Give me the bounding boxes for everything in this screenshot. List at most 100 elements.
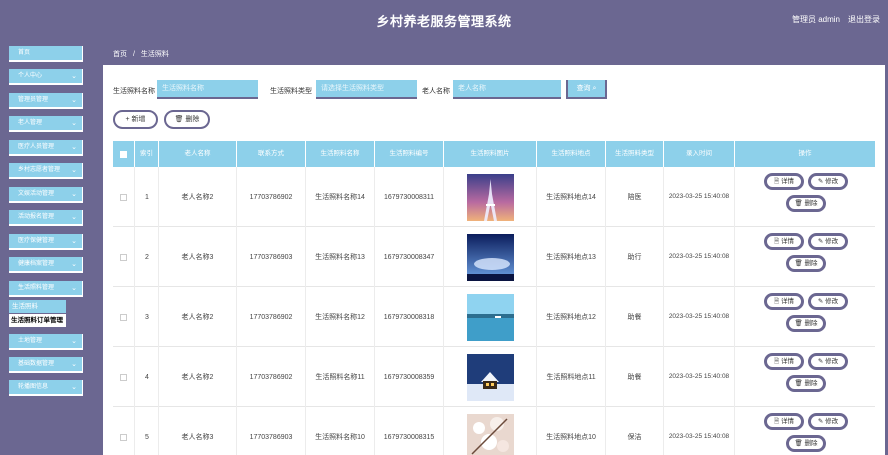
select-all-cell bbox=[113, 141, 135, 167]
user-info: 管理员 admin bbox=[791, 15, 840, 24]
main-panel: 首页 / 生活照料 生活照料名称 生活照料类型 老人名称 查询 ⌕ + 新增 🗑… bbox=[103, 45, 885, 455]
sidebar-subitem-life-care[interactable]: 生活照料 bbox=[9, 300, 66, 313]
row-index: 2 bbox=[135, 227, 159, 287]
row-ops-cell: 🗎 详情 ✎ 修改 🗑 删除 bbox=[735, 347, 875, 407]
row-ops-cell: 🗎 详情 ✎ 修改 🗑 删除 bbox=[735, 227, 875, 287]
row-name: 生活照料名称14 bbox=[306, 167, 375, 227]
edit-button[interactable]: ✎ 修改 bbox=[808, 233, 848, 250]
edit-button[interactable]: ✎ 修改 bbox=[808, 293, 848, 310]
row-type: 保洁 bbox=[606, 407, 664, 455]
blossom-photo bbox=[466, 413, 514, 455]
header-elder: 老人名称 bbox=[159, 141, 237, 167]
row-index: 3 bbox=[135, 287, 159, 347]
breadcrumb-home[interactable]: 首页 bbox=[113, 51, 127, 58]
detail-button[interactable]: 🗎 详情 bbox=[764, 233, 804, 250]
row-time: 2023-03-25 15:40:08 bbox=[664, 287, 735, 347]
row-phone: 17703786903 bbox=[237, 227, 306, 287]
row-phone: 17703786903 bbox=[237, 407, 306, 455]
sidebar-item-home[interactable]: 首页 bbox=[9, 46, 83, 62]
edit-button[interactable]: ✎ 修改 bbox=[808, 413, 848, 430]
sidebar-item-medical-staff[interactable]: 医疗人员管理 ⌄ bbox=[9, 140, 83, 156]
row-checkbox[interactable] bbox=[120, 253, 127, 261]
sidebar-item-elders[interactable]: 老人管理 ⌄ bbox=[9, 116, 83, 132]
row-elder: 老人名称3 bbox=[159, 407, 237, 455]
chevron-down-icon: ⌄ bbox=[71, 120, 77, 127]
batch-delete-button[interactable]: 🗑 删除 bbox=[164, 110, 210, 129]
chevron-down-icon: ⌄ bbox=[71, 261, 77, 268]
row-name: 生活照料名称10 bbox=[306, 407, 375, 455]
search-button[interactable]: 查询 ⌕ bbox=[566, 80, 607, 99]
row-place: 生活照料地点10 bbox=[537, 407, 606, 455]
breadcrumb-separator: / bbox=[132, 51, 135, 58]
row-checkbox[interactable] bbox=[120, 313, 127, 321]
delete-button[interactable]: 🗑 删除 bbox=[786, 375, 826, 392]
sidebar-item-signup[interactable]: 活动报名管理 ⌄ bbox=[9, 210, 83, 226]
row-time: 2023-03-25 15:40:08 bbox=[664, 407, 735, 455]
row-code: 1679730008311 bbox=[375, 167, 444, 227]
table-header: 索引 老人名称 联系方式 生活照料名称 生活照料编号 生活照料图片 生活照料地点… bbox=[113, 141, 875, 167]
delete-button[interactable]: 🗑 删除 bbox=[786, 315, 826, 332]
detail-button[interactable]: 🗎 详情 bbox=[764, 293, 804, 310]
row-type: 助餐 bbox=[606, 287, 664, 347]
elder-label: 老人名称 bbox=[422, 88, 450, 95]
row-place: 生活照料地点12 bbox=[537, 287, 606, 347]
chevron-down-icon: ⌄ bbox=[71, 191, 77, 198]
row-elder: 老人名称2 bbox=[159, 167, 237, 227]
row-image-cell bbox=[444, 347, 537, 407]
row-checkbox[interactable] bbox=[120, 193, 127, 201]
row-image-cell bbox=[444, 167, 537, 227]
sidebar-item-volunteers[interactable]: 乡村志愿者管理 ⌄ bbox=[9, 163, 83, 179]
sidebar-item-life-care[interactable]: 生活照料管理 ⌄ bbox=[9, 281, 83, 297]
sidebar-item-land[interactable]: 土地管理 ⌄ bbox=[9, 334, 83, 350]
delete-button[interactable]: 🗑 删除 bbox=[786, 195, 826, 212]
row-checkbox[interactable] bbox=[120, 433, 127, 441]
table-row: 4 老人名称2 17703786902 生活照料名称11 1679730008359 生活… bbox=[113, 347, 875, 407]
row-code: 1679730008347 bbox=[375, 227, 444, 287]
lake-photo bbox=[466, 293, 514, 341]
delete-button[interactable]: 🗑 删除 bbox=[786, 255, 826, 272]
snow-house-photo bbox=[466, 353, 514, 401]
sidebar-item-admin[interactable]: 管理员管理 ⌄ bbox=[9, 93, 83, 109]
row-select-cell bbox=[113, 347, 135, 407]
row-elder: 老人名称2 bbox=[159, 347, 237, 407]
row-elder: 老人名称3 bbox=[159, 227, 237, 287]
header-index: 索引 bbox=[135, 141, 159, 167]
row-time: 2023-03-25 15:40:08 bbox=[664, 227, 735, 287]
row-phone: 17703786902 bbox=[237, 167, 306, 227]
row-checkbox[interactable] bbox=[120, 373, 127, 381]
row-time: 2023-03-25 15:40:08 bbox=[664, 347, 735, 407]
logout-link[interactable]: 退出登录 bbox=[848, 14, 880, 25]
chevron-down-icon: ⌄ bbox=[71, 384, 77, 391]
sidebar-item-activities[interactable]: 文娱活动管理 ⌄ bbox=[9, 187, 83, 203]
sidebar-item-carousel[interactable]: 轮播图信息 ⌄ bbox=[9, 380, 83, 396]
chevron-down-icon: ⌄ bbox=[71, 144, 77, 151]
sidebar: 首页 个人中心 ⌄ 管理员管理 ⌄ 老人管理 ⌄ 医疗人员管理 ⌄ 乡村志愿者管理 ⌄ 文… bbox=[0, 38, 94, 455]
edit-button[interactable]: ✎ 修改 bbox=[808, 173, 848, 190]
row-elder: 老人名称2 bbox=[159, 287, 237, 347]
sidebar-item-healthcare[interactable]: 医疗保健管理 ⌄ bbox=[9, 234, 83, 250]
detail-button[interactable]: 🗎 详情 bbox=[764, 353, 804, 370]
sidebar-item-profile[interactable]: 个人中心 ⌄ bbox=[9, 69, 83, 85]
select-all-checkbox[interactable] bbox=[120, 150, 127, 158]
sidebar-subitem-life-care-orders[interactable]: 生活照料订单管理 bbox=[9, 314, 66, 327]
row-image-cell bbox=[444, 407, 537, 455]
chevron-down-icon: ⌄ bbox=[71, 285, 77, 292]
header-phone: 联系方式 bbox=[237, 141, 306, 167]
edit-button[interactable]: ✎ 修改 bbox=[808, 353, 848, 370]
elder-search-input[interactable] bbox=[453, 80, 561, 99]
header-code: 生活照料编号 bbox=[375, 141, 444, 167]
breadcrumb-current: 生活照料 bbox=[140, 51, 169, 58]
name-search-input[interactable] bbox=[157, 80, 258, 99]
sidebar-item-health-records[interactable]: 健康档案管理 ⌄ bbox=[9, 257, 83, 273]
detail-button[interactable]: 🗎 详情 bbox=[764, 173, 804, 190]
delete-button[interactable]: 🗑 删除 bbox=[786, 435, 826, 452]
row-type: 助行 bbox=[606, 227, 664, 287]
header-ops: 操作 bbox=[798, 150, 812, 157]
sidebar-item-base-data[interactable]: 基础数据管理 ⌄ bbox=[9, 357, 83, 373]
row-ops-cell: 🗎 详情 ✎ 修改 🗑 删除 bbox=[735, 287, 875, 347]
row-type: 陪医 bbox=[606, 167, 664, 227]
detail-button[interactable]: 🗎 详情 bbox=[764, 413, 804, 430]
add-button[interactable]: + 新增 bbox=[113, 110, 158, 129]
chevron-down-icon: ⌄ bbox=[71, 361, 77, 368]
type-select[interactable] bbox=[316, 80, 417, 99]
